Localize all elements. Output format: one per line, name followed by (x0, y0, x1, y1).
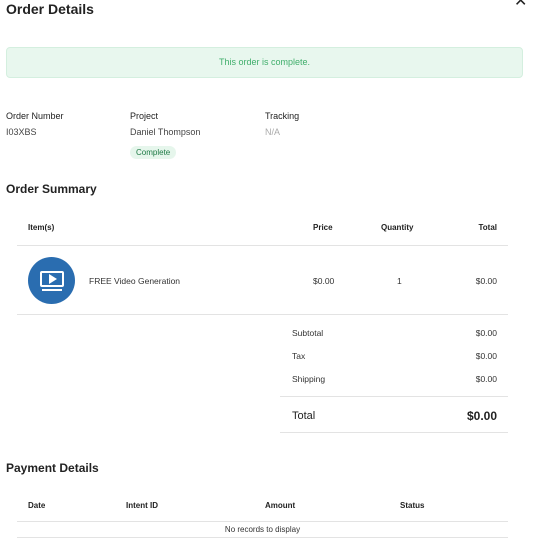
order-number-value: I03XBS (6, 127, 37, 137)
column-header-total: Total (478, 223, 497, 232)
summary-divider (280, 396, 508, 397)
column-header-quantity: Quantity (381, 223, 414, 232)
shipping-value: $0.00 (475, 374, 497, 384)
item-total: $0.00 (475, 276, 497, 286)
item-quantity: 1 (397, 276, 402, 286)
project-label: Project (130, 111, 159, 121)
project-value: Daniel Thompson (130, 127, 201, 137)
payment-details-heading: Payment Details (6, 461, 99, 475)
table-divider (17, 314, 508, 315)
column-header-date: Date (28, 501, 46, 510)
close-icon[interactable]: ✕ (514, 0, 527, 10)
column-header-price: Price (313, 223, 333, 232)
page-title: Order Details (6, 1, 94, 17)
column-header-intent-id: Intent ID (126, 501, 158, 510)
empty-state-message: No records to display (224, 525, 301, 534)
table-divider (17, 245, 508, 246)
column-header-status: Status (400, 501, 425, 510)
order-summary-heading: Order Summary (6, 182, 97, 196)
video-monitor-icon (28, 257, 75, 304)
tracking-value: N/A (265, 127, 281, 137)
status-badge: Complete (130, 146, 177, 159)
total-value: $0.00 (466, 409, 497, 423)
item-price: $0.00 (313, 276, 335, 286)
table-divider (17, 537, 508, 538)
column-header-items: Item(s) (28, 223, 55, 232)
shipping-label: Shipping (292, 374, 326, 384)
subtotal-label: Subtotal (292, 328, 324, 338)
subtotal-value: $0.00 (475, 328, 497, 338)
tax-label: Tax (292, 351, 306, 361)
tracking-label: Tracking (265, 111, 300, 121)
tax-value: $0.00 (475, 351, 497, 361)
summary-divider (280, 432, 508, 433)
order-number-label: Order Number (6, 111, 64, 121)
table-divider (17, 521, 508, 522)
column-header-amount: Amount (265, 501, 296, 510)
total-label: Total (292, 410, 316, 422)
order-complete-alert: This order is complete. (6, 47, 523, 78)
item-name: FREE Video Generation (89, 276, 181, 286)
